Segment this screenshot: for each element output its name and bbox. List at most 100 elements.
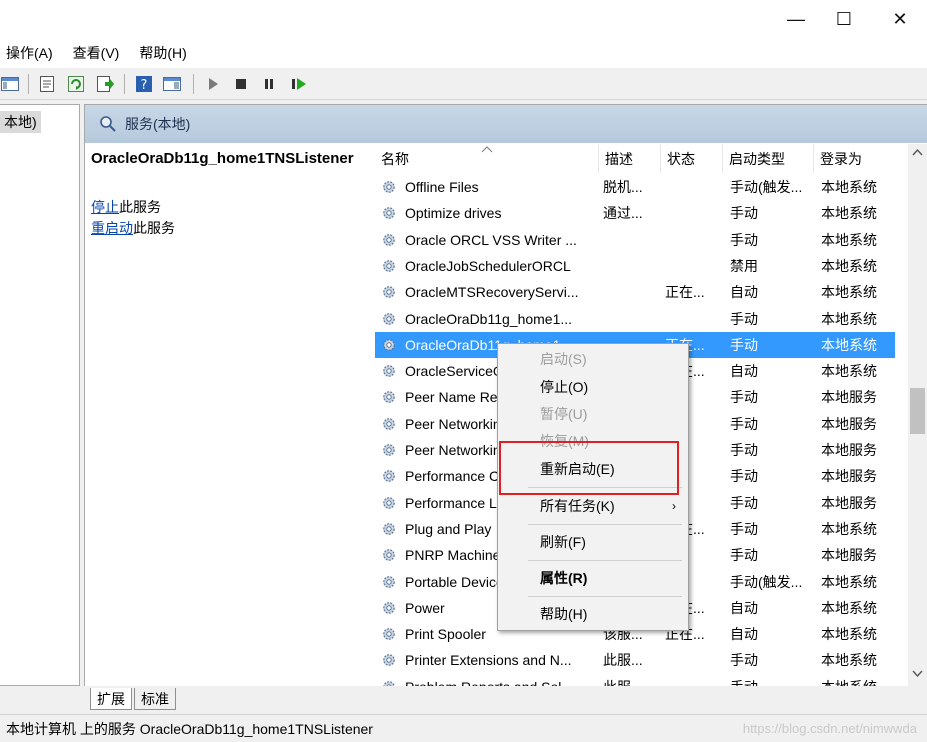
service-gear-icon xyxy=(383,286,395,298)
menu-view[interactable]: 查看(V) xyxy=(67,43,126,63)
stop-service-button[interactable] xyxy=(231,74,251,94)
start-service-button[interactable] xyxy=(203,74,223,94)
vertical-scrollbar[interactable] xyxy=(908,144,927,686)
service-row[interactable]: OracleJobSchedulerORCL 禁用 本地系统 xyxy=(375,253,895,279)
export-list-button[interactable] xyxy=(95,74,115,94)
service-gear-icon xyxy=(383,549,395,561)
menu-bar: 操作(A) 查看(V) 帮助(H) xyxy=(0,38,927,68)
service-startup-type-cell: 手动 xyxy=(730,337,758,353)
column-header-description[interactable]: 描述 xyxy=(599,145,661,173)
show-action-pane-button[interactable] xyxy=(162,74,182,94)
sort-ascending-icon xyxy=(481,146,493,153)
service-logon-cell: 本地系统 xyxy=(821,232,877,248)
service-name-cell: Optimize drives xyxy=(405,205,502,221)
minimize-button[interactable]: — xyxy=(773,0,819,38)
show-hide-tree-button[interactable] xyxy=(0,74,20,94)
service-logon-cell: 本地服务 xyxy=(821,468,877,484)
maximize-button[interactable]: ☐ xyxy=(821,0,867,38)
service-gear-icon xyxy=(383,207,395,219)
service-logon-cell: 本地服务 xyxy=(821,389,877,405)
highlight-box xyxy=(499,441,679,495)
service-gear-icon xyxy=(383,444,395,456)
refresh-toolbar-button[interactable] xyxy=(66,74,86,94)
service-startup-type-cell: 手动(触发... xyxy=(730,179,803,195)
scroll-up-icon[interactable] xyxy=(912,148,923,156)
service-logon-cell: 本地系统 xyxy=(821,652,877,668)
console-tree-icon xyxy=(1,77,19,91)
menu-item-all-tasks[interactable]: 所有任务(K) › xyxy=(498,494,688,518)
service-status-cell: 正在... xyxy=(665,284,705,300)
menu-help[interactable]: 帮助(H) xyxy=(133,43,192,63)
pause-icon xyxy=(265,79,273,89)
restart-service-link[interactable]: 重启动 xyxy=(91,220,133,236)
service-logon-cell: 本地系统 xyxy=(821,205,877,221)
service-status-cell xyxy=(665,306,721,332)
scroll-down-icon[interactable] xyxy=(912,670,923,678)
services-table-header: 名称 描述 状态 启动类型 登录为 xyxy=(375,145,895,173)
service-gear-icon xyxy=(383,628,395,640)
service-row[interactable]: Printer Extensions and N... 此服... 手动 本地系统 xyxy=(375,647,895,673)
service-startup-type-cell: 手动 xyxy=(730,442,758,458)
service-name-cell: OracleJobSchedulerORCL xyxy=(405,258,571,274)
minimize-icon: — xyxy=(787,8,805,29)
service-row[interactable]: Offline Files 脱机... 手动(触发... 本地系统 xyxy=(375,174,895,200)
service-logon-cell: 本地系统 xyxy=(821,284,877,300)
menu-item-pause[interactable]: 暂停(U) xyxy=(498,402,688,426)
service-startup-type-cell: 手动 xyxy=(730,416,758,432)
menu-item-stop[interactable]: 停止(O) xyxy=(498,375,688,399)
service-status-cell xyxy=(665,200,721,226)
service-gear-icon xyxy=(383,365,395,377)
service-logon-cell: 本地服务 xyxy=(821,547,877,563)
restart-service-line: 重启动此服务 xyxy=(91,220,175,236)
service-row[interactable]: OracleOraDb11g_home1... 手动 本地系统 xyxy=(375,306,895,332)
service-startup-type-cell: 手动 xyxy=(730,205,758,221)
title-bar: — ☐ ✕ xyxy=(0,0,927,38)
service-logon-cell: 本地服务 xyxy=(821,416,877,432)
pause-service-button[interactable] xyxy=(259,74,279,94)
menu-item-properties[interactable]: 属性(R) xyxy=(498,566,688,590)
service-row[interactable]: OracleMTSRecoveryServi... 正在... 自动 本地系统 xyxy=(375,279,895,305)
service-gear-icon xyxy=(383,313,395,325)
help-toolbar-button[interactable]: ? xyxy=(134,74,154,94)
restart-service-button[interactable] xyxy=(289,74,309,94)
service-row[interactable]: Optimize drives 通过... 手动 本地系统 xyxy=(375,200,895,226)
service-row[interactable]: Oracle ORCL VSS Writer ... 手动 本地系统 xyxy=(375,227,895,253)
menu-item-help[interactable]: 帮助(H) xyxy=(498,602,688,626)
service-description-cell: 脱机... xyxy=(603,179,643,195)
menu-action[interactable]: 操作(A) xyxy=(0,43,59,63)
column-header-log-on-as[interactable]: 登录为 xyxy=(814,145,895,173)
service-gear-icon xyxy=(383,576,395,588)
service-gear-icon xyxy=(383,260,395,272)
service-name-cell: OracleOraDb11g_home1... xyxy=(405,311,573,327)
menu-item-refresh[interactable]: 刷新(F) xyxy=(498,530,688,554)
tab-extended[interactable]: 扩展 xyxy=(90,688,132,710)
service-gear-icon xyxy=(383,497,395,509)
menu-item-start[interactable]: 启动(S) xyxy=(498,347,688,371)
scrollbar-thumb[interactable] xyxy=(910,388,925,434)
column-header-startup-type[interactable]: 启动类型 xyxy=(723,145,814,173)
service-logon-cell: 本地系统 xyxy=(821,600,877,616)
service-startup-type-cell: 手动 xyxy=(730,468,758,484)
export-icon xyxy=(97,76,114,92)
tree-item-services-local[interactable]: 本地) xyxy=(0,111,41,133)
service-startup-type-cell: 手动 xyxy=(730,521,758,537)
service-startup-type-cell: 禁用 xyxy=(730,258,758,274)
help-icon: ? xyxy=(136,76,152,93)
service-startup-type-cell: 手动(触发... xyxy=(730,574,803,590)
tab-standard[interactable]: 标准 xyxy=(134,688,176,710)
service-gear-icon xyxy=(383,339,395,351)
service-status-cell xyxy=(665,647,721,673)
close-button[interactable]: ✕ xyxy=(877,0,923,38)
refresh-icon xyxy=(68,76,84,92)
service-startup-type-cell: 手动 xyxy=(730,311,758,327)
column-header-status[interactable]: 状态 xyxy=(661,145,723,173)
service-startup-type-cell: 自动 xyxy=(730,626,758,642)
services-header: 服务(本地) xyxy=(85,105,927,143)
stop-service-link[interactable]: 停止 xyxy=(91,199,119,215)
service-startup-type-cell: 手动 xyxy=(730,547,758,563)
service-logon-cell: 本地服务 xyxy=(821,442,877,458)
properties-toolbar-button[interactable] xyxy=(37,74,57,94)
service-startup-type-cell: 手动 xyxy=(730,495,758,511)
svg-text:?: ? xyxy=(141,78,148,93)
service-gear-icon xyxy=(383,470,395,482)
